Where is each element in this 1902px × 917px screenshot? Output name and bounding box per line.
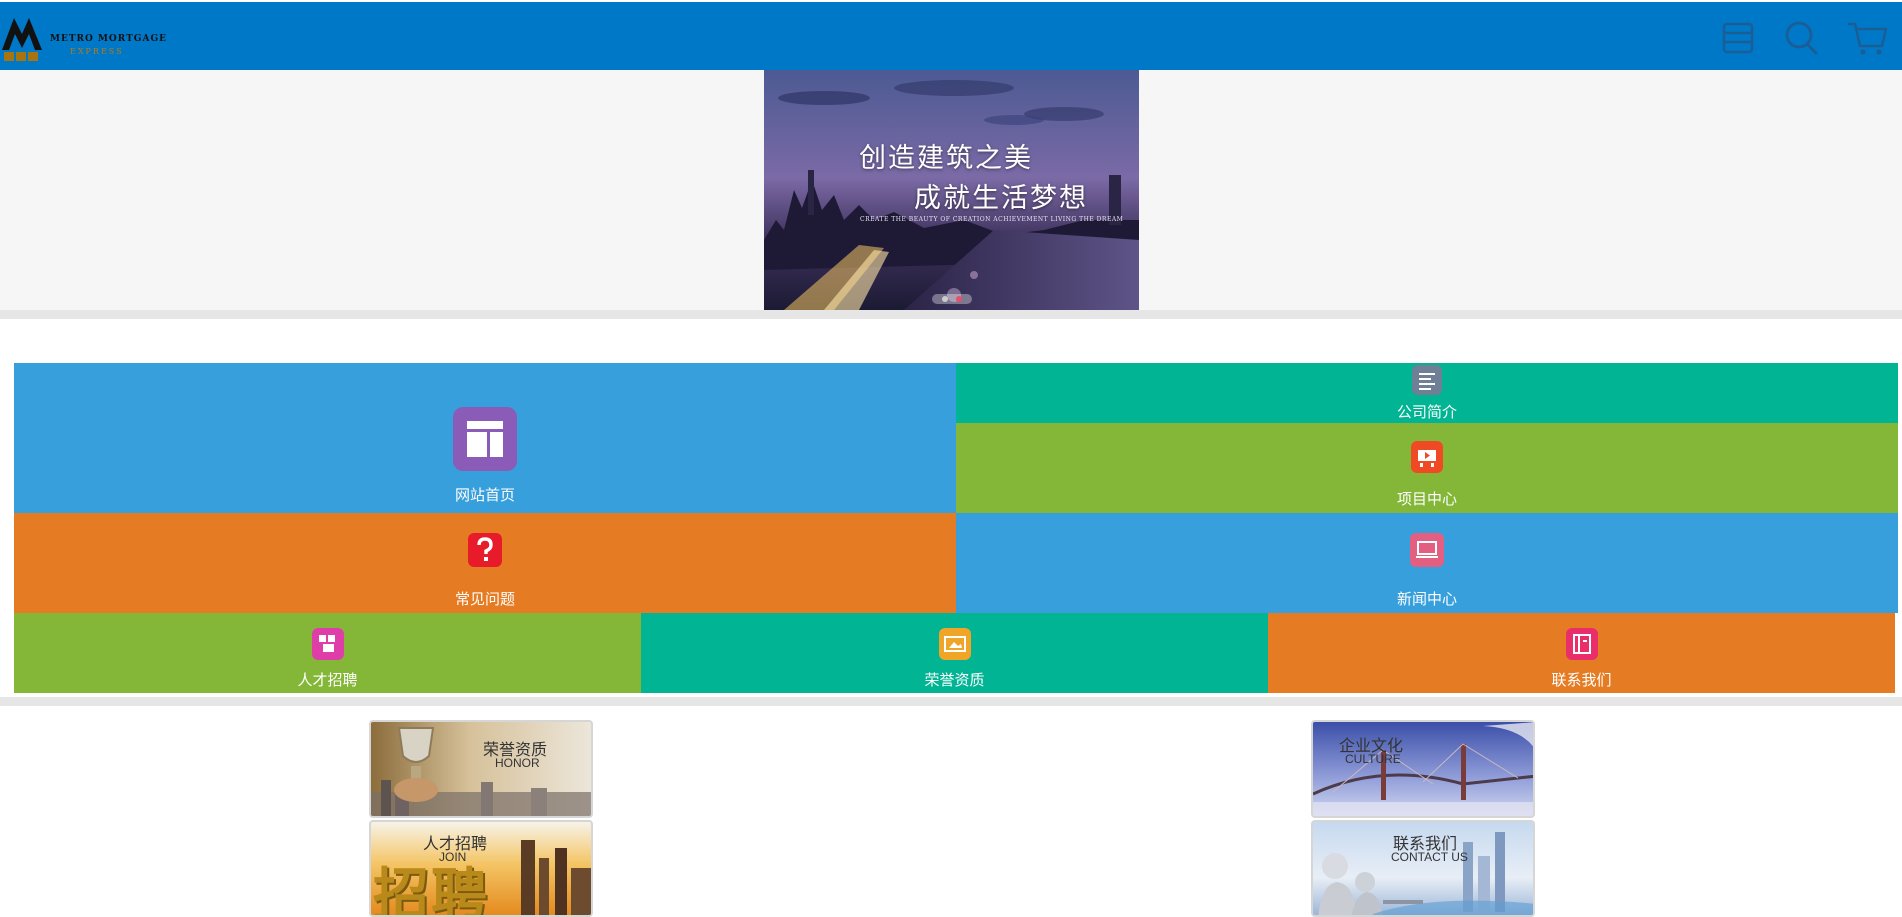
tile-honors-label: 荣誉资质 [924, 672, 985, 689]
banner-subtitle: CREATE THE BEAUTY OF CREATION ACHIEVEMEN… [860, 216, 1124, 223]
logo-text-secondary: EXPRESS [70, 47, 124, 56]
promo-honor[interactable]: 荣誉资质 HONOR [369, 720, 593, 818]
tile-contact[interactable]: 联系我们 [1268, 613, 1895, 693]
trophy-icon [371, 727, 591, 816]
promo-culture-subtitle: CULTURE [1345, 752, 1401, 766]
site-logo[interactable]: METRO MORTGAGE EXPRESS [2, 14, 166, 62]
tile-careers[interactable]: 人才招聘 [14, 613, 641, 693]
hero-banner[interactable]: 创造建筑之美 成就生活梦想 CREATE THE BEAUTY OF CREAT… [764, 70, 1139, 310]
banner-title-line2: 成就生活梦想 [914, 183, 1088, 214]
logo-text-primary: METRO MORTGAGE [50, 34, 168, 44]
document-lines-icon [1412, 365, 1442, 395]
image-icon [938, 628, 971, 660]
logo-mark-icon [2, 18, 42, 61]
promo-culture[interactable]: 企业文化 CULTURE [1311, 720, 1535, 818]
menu-icon[interactable] [1718, 18, 1758, 58]
tile-honors[interactable]: 荣誉资质 [641, 613, 1268, 693]
tile-company[interactable]: 公司简介 [956, 363, 1898, 423]
contact-book-icon [1565, 628, 1598, 660]
tile-home[interactable]: 网站首页 [14, 363, 956, 513]
promo-contact-subtitle: CONTACT US [1391, 850, 1468, 864]
cart-icon[interactable] [1846, 18, 1888, 58]
tile-news-label: 新闻中心 [1396, 591, 1457, 608]
tile-projects-label: 项目中心 [1396, 491, 1457, 508]
promo-honor-subtitle: HONOR [495, 756, 540, 770]
slider-dot-2[interactable] [956, 296, 962, 302]
tile-news[interactable]: 新闻中心 [956, 513, 1898, 613]
promo-join[interactable]: 招聘 人才招聘 JOIN [369, 820, 593, 917]
promo-join-subtitle: JOIN [439, 850, 467, 864]
tile-contact-label: 联系我们 [1551, 672, 1612, 689]
tile-careers-label: 人才招聘 [297, 672, 358, 689]
top-header: METRO MORTGAGE EXPRESS [0, 2, 1902, 70]
home-layout-icon [453, 407, 517, 471]
banner-title-line1: 创造建筑之美 [859, 143, 1033, 174]
tile-projects[interactable]: 项目中心 [956, 423, 1898, 513]
presentation-icon [1411, 441, 1443, 473]
people-icon [311, 628, 344, 660]
slider-dots [932, 294, 972, 304]
section-divider [0, 697, 1902, 706]
tile-company-label: 公司简介 [1396, 404, 1457, 421]
section-divider [0, 310, 1902, 319]
question-icon [468, 533, 502, 567]
slider-dot-1[interactable] [942, 296, 948, 302]
tile-faq[interactable]: 常见问题 [14, 513, 956, 613]
tile-faq-label: 常见问题 [454, 591, 515, 608]
promo-contact[interactable]: 联系我们 CONTACT US [1311, 820, 1535, 917]
search-icon[interactable] [1781, 18, 1821, 58]
promo-join-art-text: 招聘 [373, 863, 489, 917]
monitor-icon [1410, 533, 1444, 567]
tile-home-label: 网站首页 [454, 487, 515, 504]
